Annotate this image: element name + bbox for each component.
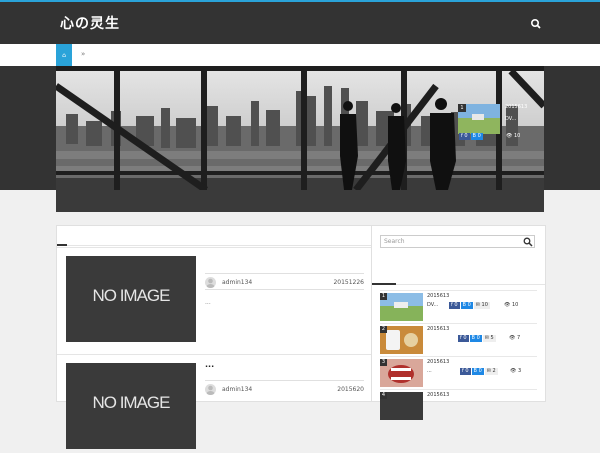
no-image-placeholder: NO IMAGE: [92, 393, 170, 412]
facebook-share-button[interactable]: f 0: [458, 335, 469, 342]
slider-post-number: 1: [458, 104, 466, 112]
comment-count: 2: [492, 368, 496, 374]
comment-count-badge[interactable]: ✉ 5: [482, 335, 496, 342]
post-excerpt: ...: [205, 299, 211, 306]
popular-post-item[interactable]: 4 2015613: [380, 389, 537, 422]
slider-post-card[interactable]: 1 2015613 DV... f 0B 0 👁 10: [457, 102, 542, 146]
post-date: 20151226: [333, 279, 364, 286]
sidebar-tab-divider: [372, 284, 545, 285]
views-count: 10: [511, 302, 519, 308]
facebook-share-button[interactable]: f 0: [449, 302, 460, 309]
popular-post-title[interactable]: DV...: [427, 302, 438, 308]
slider-views-count: 10: [513, 133, 521, 139]
popular-post-title[interactable]: ...: [427, 368, 432, 374]
hatena-bookmark-button[interactable]: B 0: [471, 368, 484, 375]
popular-post-thumbnail[interactable]: 3: [380, 359, 423, 387]
facebook-share-button[interactable]: f 0: [459, 133, 470, 140]
popular-post-date: 2015613: [427, 392, 450, 398]
facebook-count: 0: [464, 133, 468, 139]
comment-count: 5: [490, 335, 494, 341]
slider-views: 👁 10: [506, 133, 520, 139]
eye-icon: 👁: [506, 133, 513, 139]
popular-post-number: 1: [380, 293, 387, 300]
eye-icon: 👁: [504, 302, 511, 308]
hatena-count: 0: [477, 133, 481, 139]
post-author[interactable]: admin134: [222, 386, 252, 393]
slider-post-date: 2015613: [505, 104, 528, 110]
popular-post-number: 4: [380, 392, 387, 399]
popular-post-date: 2015613: [427, 293, 450, 299]
search-icon[interactable]: [523, 237, 533, 247]
main-tab-active-indicator[interactable]: [57, 244, 67, 246]
popular-post-thumbnail[interactable]: 2: [380, 326, 423, 354]
search-icon[interactable]: [529, 17, 545, 31]
post-title[interactable]: ...: [205, 360, 214, 369]
popular-post-thumbnail[interactable]: 4: [380, 392, 423, 420]
no-image-placeholder: NO IMAGE: [92, 286, 170, 305]
slider-post-title[interactable]: DV...: [505, 116, 516, 122]
post-meta-divider: [205, 289, 364, 290]
popular-post-number: 3: [380, 359, 387, 366]
breadcrumb-bar: ⌂ »: [0, 44, 600, 66]
comment-count-badge[interactable]: ✉ 10: [473, 302, 490, 309]
slider-share-buttons: f 0B 0: [459, 133, 484, 141]
comment-count: 10: [481, 302, 488, 308]
comment-count-badge[interactable]: ✉ 2: [484, 368, 498, 375]
search-input[interactable]: [380, 235, 535, 248]
hero-caption-bar: [56, 190, 544, 212]
popular-post-item[interactable]: 2 2015613 f 0B 0 ✉ 5 👁 7: [380, 323, 537, 356]
popular-post-thumbnail[interactable]: 1: [380, 293, 423, 321]
sidebar-tab-active-indicator[interactable]: [372, 283, 396, 285]
views-count: 3: [517, 368, 522, 374]
site-logo[interactable]: 心の灵生: [60, 13, 120, 33]
popular-post-number: 2: [380, 326, 387, 333]
home-icon[interactable]: ⌂: [56, 44, 72, 66]
hatena-count: 0: [467, 302, 471, 308]
avatar: [205, 384, 216, 395]
popular-share-buttons: f 0B 0 ✉ 2: [460, 368, 499, 376]
post-author[interactable]: admin134: [222, 279, 252, 286]
post-card[interactable]: NO IMAGE admin134 20151226 ...: [57, 247, 372, 346]
popular-views: 👁 3: [510, 368, 521, 374]
avatar: [205, 277, 216, 288]
popular-post-date: 2015613: [427, 326, 450, 332]
popular-post-item[interactable]: 1 2015613 DV... f 0B 0 ✉ 10 👁 10: [380, 290, 537, 323]
post-date: 2015620: [337, 386, 364, 393]
facebook-count: 0: [463, 335, 467, 341]
popular-share-buttons: f 0B 0 ✉ 5: [458, 335, 497, 343]
views-count: 7: [516, 335, 521, 341]
hatena-bookmark-button[interactable]: B 0: [460, 302, 473, 309]
post-meta: admin134 2015620: [205, 380, 364, 397]
popular-views: 👁 10: [504, 302, 518, 308]
post-card[interactable]: NO IMAGE ... admin134 2015620: [57, 354, 372, 453]
site-header: 心の灵生: [0, 2, 600, 44]
facebook-count: 0: [465, 368, 469, 374]
slider-post-thumbnail[interactable]: 1: [458, 104, 500, 134]
facebook-count: 0: [454, 302, 458, 308]
post-thumbnail[interactable]: NO IMAGE: [66, 256, 196, 342]
eye-icon: 👁: [510, 368, 517, 374]
post-thumbnail[interactable]: NO IMAGE: [66, 363, 196, 449]
breadcrumb-separator: »: [81, 50, 86, 58]
hatena-count: 0: [478, 368, 482, 374]
popular-views: 👁 7: [509, 335, 520, 341]
main-tab-divider: [57, 245, 372, 246]
main-content: NO IMAGE admin134 20151226 ... NO IMAGE …: [56, 225, 373, 449]
popular-post-item[interactable]: 3 2015613 ... f 0B 0 ✉ 2 👁 3: [380, 356, 537, 389]
eye-icon: 👁: [509, 335, 516, 341]
hatena-bookmark-button[interactable]: B 0: [470, 133, 483, 140]
hatena-count: 0: [476, 335, 480, 341]
popular-post-date: 2015613: [427, 359, 450, 365]
popular-share-buttons: f 0B 0 ✉ 10: [449, 302, 491, 310]
sidebar: 1 2015613 DV... f 0B 0✉ 10 👁 10 2 201561…: [371, 225, 546, 420]
post-meta: admin134 20151226: [205, 273, 364, 290]
facebook-share-button[interactable]: f 0: [460, 368, 471, 375]
home-glyph: ⌂: [62, 52, 66, 59]
hatena-bookmark-button[interactable]: B 0: [469, 335, 482, 342]
